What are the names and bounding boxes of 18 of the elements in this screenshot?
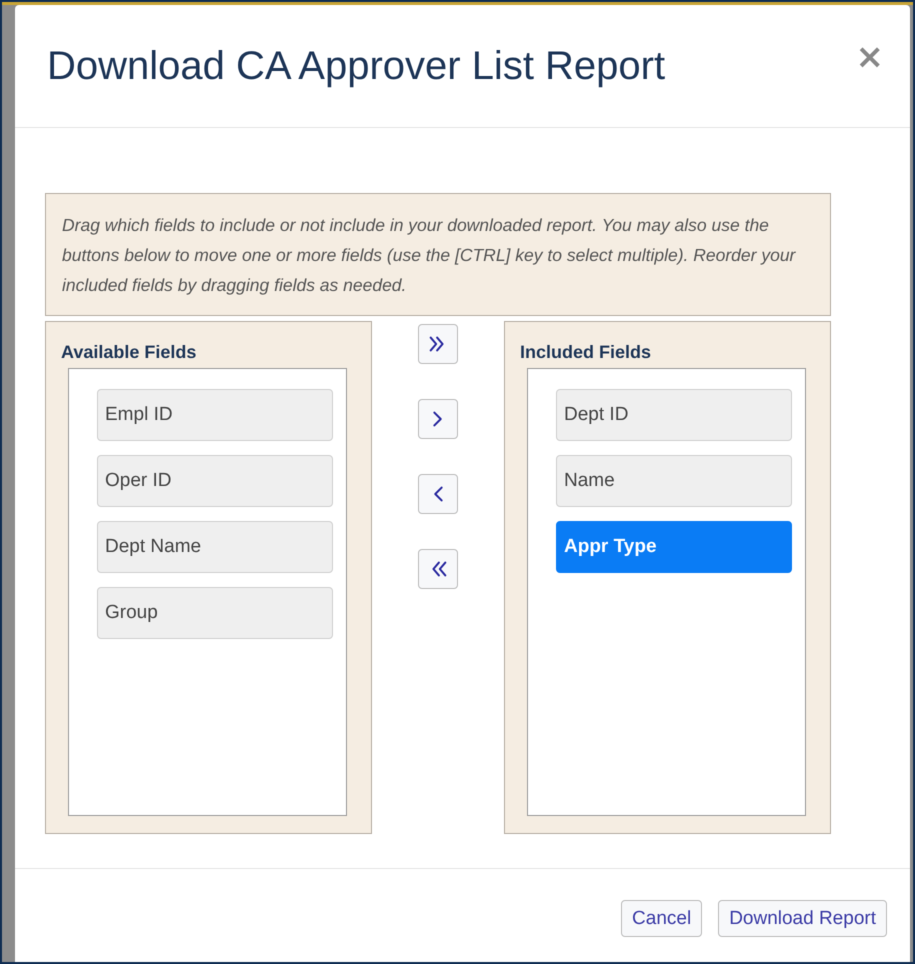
field-item[interactable]: Name — [556, 455, 792, 507]
move-button[interactable] — [418, 399, 458, 439]
field-item[interactable]: Empl ID — [97, 389, 333, 441]
instructions-text: Drag which fields to include or not include in your downloaded report. You may also use the buttons below to move one or more fields (use the [CTRL] key to select multiple). Reorder your included fields by dragging fields as needed. — [45, 193, 831, 316]
field-item[interactable]: Oper ID — [97, 455, 333, 507]
field-item[interactable]: Dept ID — [556, 389, 792, 441]
panel-heading: Included Fields — [520, 341, 652, 364]
move-button[interactable] — [418, 324, 458, 364]
panel-heading: Available Fields — [61, 341, 198, 364]
dialog-title: Download CA Approver List Report — [47, 44, 666, 88]
close-button[interactable]: × — [852, 40, 888, 74]
field-item[interactable]: Group — [97, 587, 333, 639]
cancel-button[interactable]: Cancel — [621, 900, 702, 937]
move-button[interactable] — [418, 474, 458, 514]
move-button[interactable] — [418, 549, 458, 589]
download-button[interactable]: Download Report — [718, 900, 887, 937]
field-item[interactable]: Appr Type — [556, 521, 792, 573]
field-item[interactable]: Dept Name — [97, 521, 333, 573]
